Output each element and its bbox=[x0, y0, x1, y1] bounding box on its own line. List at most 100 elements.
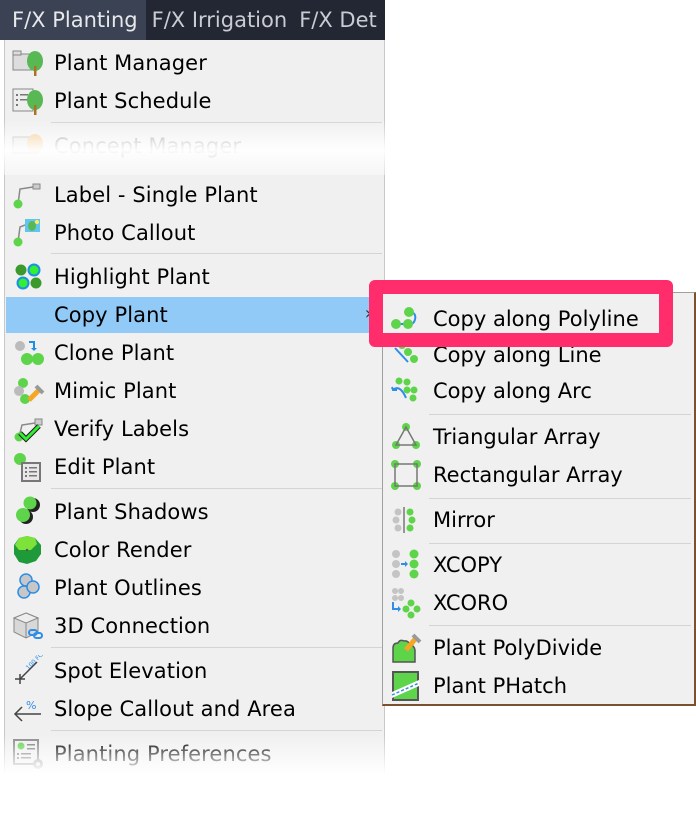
submenu-item-label: Copy along Polyline bbox=[433, 307, 639, 331]
copy-along-arc-icon bbox=[387, 373, 425, 409]
photo-callout-icon bbox=[6, 215, 50, 251]
menu-item-label-single-plant[interactable]: Label - Single Plant bbox=[6, 177, 380, 213]
svg-text:100 FG: 100 FG bbox=[25, 655, 45, 671]
copy-along-polyline-icon bbox=[387, 301, 425, 337]
menu-item-planting-preferences[interactable]: Planting Preferences bbox=[6, 736, 380, 772]
submenu-item-label: Plant PHatch bbox=[433, 674, 567, 698]
submenu-item-label: Copy along Arc bbox=[433, 379, 592, 403]
menu-item-label: Slope Callout and Area bbox=[54, 697, 296, 721]
verify-labels-icon bbox=[6, 411, 50, 447]
plant-shadows-icon bbox=[6, 494, 50, 530]
submenu-item-plant-polydivide[interactable]: Plant PolyDivide bbox=[387, 630, 693, 666]
menu-item-label: Plant Manager bbox=[54, 51, 207, 75]
highlight-plant-icon bbox=[6, 259, 50, 295]
mirror-icon bbox=[387, 502, 425, 538]
menu-item-photo-callout[interactable]: Photo Callout bbox=[6, 215, 380, 251]
submenu-separator bbox=[429, 414, 691, 415]
plant-phatch-icon bbox=[387, 668, 425, 704]
copy-plant-submenu: Copy along Polyline Copy along Line Copy… bbox=[382, 292, 696, 706]
submenu-item-copy-along-arc[interactable]: Copy along Arc bbox=[387, 373, 693, 409]
menu-item-color-render[interactable]: Color Render bbox=[6, 532, 380, 568]
menu-item-plant-manager[interactable]: Plant Manager bbox=[6, 45, 380, 81]
xcoro-icon bbox=[387, 585, 425, 621]
submenu-item-triangular-array[interactable]: Triangular Array bbox=[387, 419, 693, 455]
menu-item-label: Highlight Plant bbox=[54, 265, 210, 289]
menu-item-copy-plant[interactable]: Copy Plant › bbox=[6, 297, 380, 333]
submenu-item-label: Triangular Array bbox=[433, 425, 601, 449]
plant-schedule-icon bbox=[6, 83, 50, 119]
submenu-item-plant-phatch[interactable]: Plant PHatch bbox=[387, 668, 693, 704]
submenu-item-label: Mirror bbox=[433, 508, 495, 532]
plant-outlines-icon bbox=[6, 570, 50, 606]
submenu-separator bbox=[429, 498, 691, 499]
triangular-array-icon bbox=[387, 419, 425, 455]
copy-along-line-icon bbox=[387, 337, 425, 373]
copy-plant-icon bbox=[6, 297, 50, 333]
menu-item-verify-labels[interactable]: Verify Labels bbox=[6, 411, 380, 447]
submenu-item-xcoro[interactable]: XCORO bbox=[387, 585, 693, 621]
menu-item-spot-elevation[interactable]: 100 FG Spot Elevation bbox=[6, 653, 380, 689]
submenu-item-label: Rectangular Array bbox=[433, 463, 623, 487]
svg-text:%: % bbox=[26, 699, 36, 712]
menu-item-edit-plant[interactable]: Edit Plant bbox=[6, 449, 380, 485]
menu-item-label: Mimic Plant bbox=[54, 379, 177, 403]
menu-item-label: Spot Elevation bbox=[54, 659, 208, 683]
menu-item-label: Clone Plant bbox=[54, 341, 175, 365]
slope-callout-icon: % bbox=[6, 691, 50, 727]
submenu-arrow-icon: › bbox=[364, 303, 372, 324]
submenu-item-label: XCOPY bbox=[433, 553, 503, 577]
menu-item-label: 3D Connection bbox=[54, 614, 211, 638]
menu-item-label: Plant Shadows bbox=[54, 500, 209, 524]
plant-manager-icon bbox=[6, 45, 50, 81]
menu-item-label: Plant Schedule bbox=[54, 89, 212, 113]
mimic-plant-icon bbox=[6, 373, 50, 409]
menu-item-slope-callout[interactable]: % Slope Callout and Area bbox=[6, 691, 380, 727]
rectangular-array-icon bbox=[387, 457, 425, 493]
submenu-item-label: Plant PolyDivide bbox=[433, 636, 603, 660]
spot-elevation-icon: 100 FG bbox=[6, 653, 50, 689]
label-single-plant-icon bbox=[6, 177, 50, 213]
menu-item-label: Copy Plant bbox=[54, 303, 168, 327]
submenu-item-mirror[interactable]: Mirror bbox=[387, 502, 693, 538]
plant-polydivide-icon bbox=[387, 630, 425, 666]
menu-separator bbox=[51, 122, 382, 123]
menu-item-label: Label - Single Plant bbox=[54, 183, 258, 207]
menu-item-mimic-plant[interactable]: Mimic Plant bbox=[6, 373, 380, 409]
menu-separator bbox=[51, 488, 382, 489]
menu-separator bbox=[51, 730, 382, 731]
3d-connection-icon bbox=[6, 608, 50, 644]
menu-item-label: Plant Outlines bbox=[54, 576, 202, 600]
tab-fx-planting[interactable]: F/X Planting bbox=[0, 0, 146, 40]
menu-item-highlight-plant[interactable]: Highlight Plant bbox=[6, 259, 380, 295]
clone-plant-icon bbox=[6, 335, 50, 371]
planting-preferences-icon bbox=[6, 736, 50, 772]
menu-item-label: Planting Preferences bbox=[54, 742, 272, 766]
menu-item-label: Edit Plant bbox=[54, 455, 156, 479]
tab-fx-details[interactable]: F/X Det bbox=[293, 0, 383, 40]
menu-item-3d-connection[interactable]: 3D Connection bbox=[6, 608, 380, 644]
menu-item-concept-manager[interactable]: Concept Manager bbox=[6, 128, 380, 164]
tab-fx-irrigation[interactable]: F/X Irrigation bbox=[146, 0, 294, 40]
menu-item-label: Photo Callout bbox=[54, 221, 196, 245]
submenu-item-copy-along-line[interactable]: Copy along Line bbox=[387, 337, 693, 373]
submenu-separator bbox=[429, 625, 691, 626]
submenu-separator bbox=[429, 543, 691, 544]
menu-item-label: Color Render bbox=[54, 538, 192, 562]
submenu-item-rectangular-array[interactable]: Rectangular Array bbox=[387, 457, 693, 493]
menu-separator bbox=[51, 253, 382, 254]
menu-bar: F/X Planting F/X Irrigation F/X Det bbox=[0, 0, 385, 40]
concept-manager-icon bbox=[6, 128, 50, 164]
menu-item-label: Concept Manager bbox=[54, 134, 242, 158]
submenu-item-label: Copy along Line bbox=[433, 343, 602, 367]
xcopy-icon bbox=[387, 547, 425, 583]
submenu-item-copy-along-polyline[interactable]: Copy along Polyline bbox=[387, 301, 693, 337]
menu-separator bbox=[51, 647, 382, 648]
edit-plant-icon bbox=[6, 449, 50, 485]
menu-item-plant-schedule[interactable]: Plant Schedule bbox=[6, 83, 380, 119]
submenu-item-xcopy[interactable]: XCOPY bbox=[387, 547, 693, 583]
menu-item-plant-shadows[interactable]: Plant Shadows bbox=[6, 494, 380, 530]
menu-item-plant-outlines[interactable]: Plant Outlines bbox=[6, 570, 380, 606]
submenu-item-label: XCORO bbox=[433, 591, 509, 615]
menu-item-clone-plant[interactable]: Clone Plant bbox=[6, 335, 380, 371]
color-render-icon bbox=[6, 532, 50, 568]
